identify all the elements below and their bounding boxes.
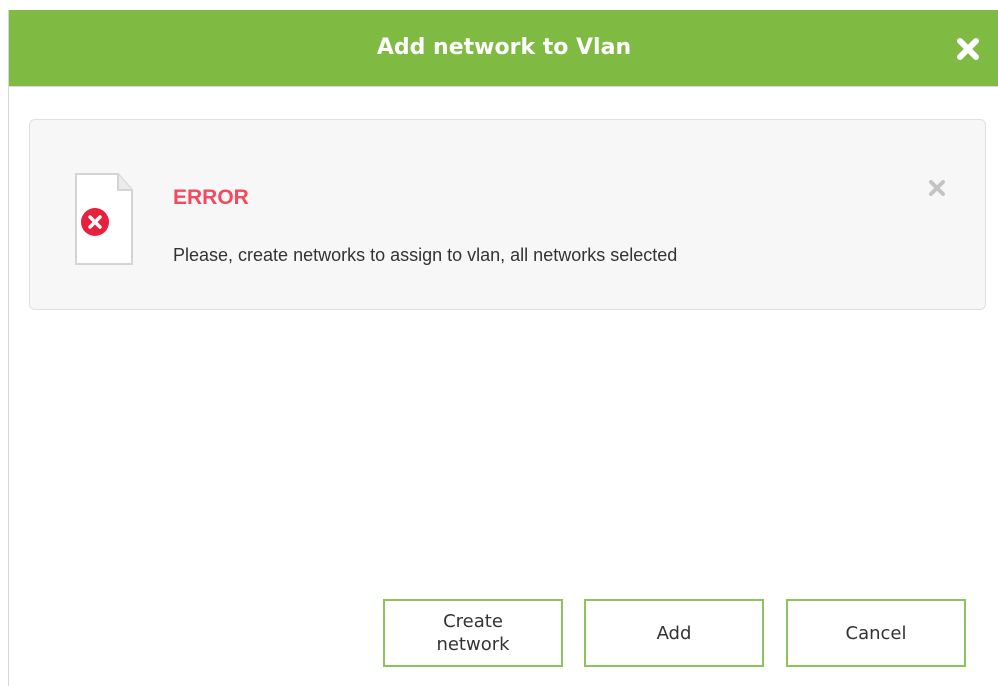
- cancel-button-label: Cancel: [845, 622, 907, 644]
- add-button-label: Add: [656, 622, 692, 644]
- dialog-titlebar: Add network to Vlan: [9, 10, 998, 87]
- dialog-title: Add network to Vlan: [376, 35, 632, 60]
- page-background: [0, 0, 998, 10]
- error-title: ERROR: [173, 186, 249, 209]
- close-icon[interactable]: [955, 36, 981, 62]
- error-message-box: ERROR Please, create networks to assign …: [29, 119, 986, 310]
- error-document-icon: [74, 172, 134, 266]
- create-network-button-label: Create network: [436, 611, 510, 655]
- add-button[interactable]: Add: [584, 599, 764, 667]
- dismiss-message-icon[interactable]: [927, 178, 947, 198]
- error-text: Please, create networks to assign to vla…: [173, 245, 678, 265]
- cancel-button[interactable]: Cancel: [786, 599, 966, 667]
- add-network-dialog: Add network to Vlan ERROR Please, create…: [8, 10, 998, 686]
- create-network-button[interactable]: Create network: [383, 599, 563, 667]
